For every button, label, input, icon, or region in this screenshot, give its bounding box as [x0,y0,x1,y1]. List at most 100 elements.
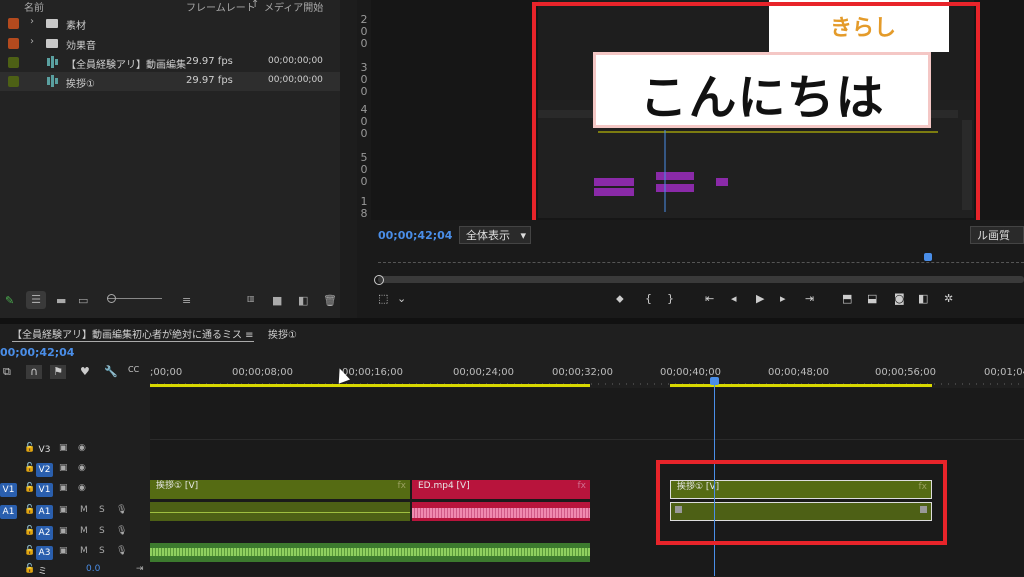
clip-ed-mp4-a1[interactable] [412,502,590,521]
sync-lock-icon[interactable]: ▣ [59,526,68,536]
eye-icon[interactable]: ◉ [78,443,86,453]
zoom-slider-handle[interactable] [107,294,116,303]
clip-aisatsu-v1[interactable]: 挨拶① [V] fx [150,480,410,499]
microphone-icon[interactable]: 🎙 [116,505,127,515]
mute-button[interactable]: M [80,546,88,556]
new-item-icon[interactable]: ◧ [298,294,308,307]
mute-button[interactable]: M [80,505,88,515]
project-item-sequence-main[interactable]: 【全員経験アリ】動画編集 29.97 fps 00;00;00;00 [0,53,340,72]
scrub-start-handle[interactable] [374,275,384,285]
source-patch-a1[interactable]: A1 [0,505,17,519]
sequence-icon [47,56,58,68]
track-label-a2[interactable]: A2 [36,526,53,540]
label-color-swatch[interactable] [8,57,19,68]
tab-main-sequence[interactable]: 【全員経験アリ】動画編集初心者が絶対に通るミス ≡ [12,326,254,342]
ruler-number: 5 [360,151,368,164]
lock-icon[interactable]: 🔓 [24,546,35,556]
timeline-timecode[interactable]: 00;00;42;04 [0,346,74,359]
mute-button[interactable]: M [80,526,88,536]
label-color-swatch[interactable] [8,38,19,49]
clip-aisatsu-a1[interactable] [150,502,410,521]
clip-bgm-a3[interactable] [150,543,590,562]
quality-select[interactable]: ル画質 [970,226,1024,244]
camera-icon[interactable]: ◙ [894,292,905,305]
extract-icon[interactable]: ⬓ [867,292,877,305]
sync-lock-icon[interactable]: ▣ [59,505,68,515]
automate-icon[interactable]: ▥ [247,294,255,303]
sort-icon[interactable]: ≡ [182,294,191,307]
play-icon[interactable]: ▶ [756,292,764,305]
track-label-v2[interactable]: V2 [36,463,53,477]
nest-icon[interactable]: ⧉ [3,365,11,379]
track-label-a1[interactable]: A1 [36,505,53,519]
solo-button[interactable]: S [99,546,105,556]
lock-icon[interactable]: 🔓 [24,443,35,453]
sync-lock-icon[interactable]: ▣ [59,443,68,453]
chevron-right-icon[interactable]: › [30,16,34,27]
lock-icon[interactable]: 🔓 [24,463,35,473]
sync-lock-icon[interactable]: ▣ [59,546,68,556]
fit-select[interactable]: 全体表示 ▾ [459,226,531,244]
trash-icon[interactable]: 🗑 [323,294,337,307]
lock-icon[interactable]: 🔓 [24,483,35,493]
track-label-a3[interactable]: A3 [36,546,53,560]
snap-icon[interactable]: ∩ [26,365,42,379]
go-to-end-icon[interactable]: ⇥ [136,564,144,574]
microphone-icon[interactable]: 🎙 [116,546,127,556]
compare-view-icon[interactable]: ◧ [918,292,928,305]
eye-icon[interactable]: ◉ [78,463,86,473]
col-framerate[interactable]: フレームレート [186,0,256,14]
tab-aisatsu[interactable]: 挨拶① [268,326,297,341]
monitor-timecode[interactable]: 00;00;42;04 [378,229,452,242]
lift-icon[interactable]: ⬒ [842,292,852,305]
lock-icon[interactable]: 🔓 [24,564,35,574]
sync-lock-icon[interactable]: ▣ [59,483,68,493]
eye-icon[interactable]: ◉ [78,483,86,493]
work-area-bar[interactable] [670,384,932,387]
go-to-out-icon[interactable]: ⇥ [805,292,814,305]
col-name[interactable]: 名前 [24,0,44,14]
wrench-dropdown-icon[interactable]: ⌄ [397,292,406,305]
sort-arrow-icon[interactable]: ↑ [251,0,259,10]
monitor-playhead-icon[interactable] [924,253,932,261]
clip-ed-mp4-v1[interactable]: ED.mp4 [V] fx [412,480,590,499]
add-marker-icon[interactable]: ♥ [80,365,90,378]
wrench-icon[interactable]: 🔧 [104,365,118,378]
monitor-time-ruler[interactable] [378,262,1024,264]
icon-view-icon[interactable]: ▬ [56,294,66,307]
safe-margins-icon[interactable]: ⬚ [378,292,388,305]
source-patch-v1[interactable]: V1 [0,483,17,497]
mark-out-icon[interactable]: } [667,292,674,305]
microphone-icon[interactable]: 🎙 [116,526,127,536]
captions-icon[interactable]: CC [128,365,139,374]
sync-lock-icon[interactable]: ▣ [59,463,68,473]
step-forward-icon[interactable]: ▸ [780,292,786,305]
mix-value[interactable]: 0.0 [86,564,100,574]
label-color-swatch[interactable] [8,18,19,29]
col-media-start[interactable]: メディア開始 [264,0,323,14]
linked-selection-icon[interactable]: ⚑ [50,365,66,379]
mark-in-icon[interactable]: { [645,292,652,305]
vr-video-icon[interactable]: ✲ [944,292,953,305]
track-label-v1[interactable]: V1 [36,483,53,497]
solo-button[interactable]: S [99,526,105,536]
freeform-view-icon[interactable]: ▭ [78,294,88,307]
project-item-folder-sozai[interactable]: › 素材 [0,14,340,33]
chevron-right-icon[interactable]: › [30,36,34,47]
lock-icon[interactable]: 🔓 [24,526,35,536]
go-to-in-icon[interactable]: ⇤ [705,292,714,305]
step-back-icon[interactable]: ◂ [731,292,737,305]
project-item-sequence-aisatsu[interactable]: 挨拶① 29.97 fps 00;00;00;00 [0,72,340,91]
label-color-swatch[interactable] [8,76,19,87]
monitor-scrub-bar[interactable] [378,276,1024,283]
list-view-icon[interactable]: ☰ [26,291,46,309]
new-bin-icon[interactable]: ■ [272,294,282,307]
track-label-v3[interactable]: V3 [36,443,53,457]
marker-icon[interactable]: ⬥ [616,292,624,306]
solo-button[interactable]: S [99,505,105,515]
project-item-folder-koukaon[interactable]: › 効果音 [0,34,340,53]
pencil-icon[interactable]: ✎ [5,294,14,307]
work-area-bar[interactable] [150,384,590,387]
lock-icon[interactable]: 🔓 [24,505,35,515]
zoom-slider[interactable] [108,298,162,299]
